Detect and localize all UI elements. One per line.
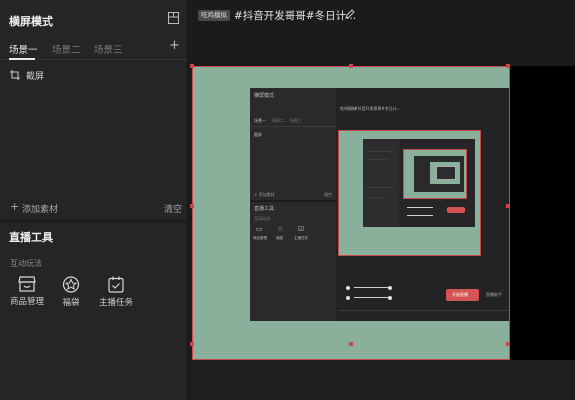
crop-icon xyxy=(10,70,20,80)
tool-task[interactable]: 主播任务 xyxy=(91,276,141,308)
shop-icon xyxy=(18,276,36,292)
nested-tab-2: 场景二 xyxy=(272,118,284,123)
left-panel: 横屏模式 场景一 场景二 场景三 + 截屏 + 添加素材 清空 直播工具 互动玩… xyxy=(0,0,188,400)
resize-handle-l[interactable] xyxy=(190,204,194,208)
live-tools-title: 直播工具 xyxy=(9,231,53,244)
material-row: + 添加素材 清空 xyxy=(10,200,182,215)
preview-canvas[interactable]: 横屏模式 吃鸡模拟 #抖音开发哥哥#冬日计... 场景一 场景二 场景三 截屏 … xyxy=(190,64,575,360)
nested-slider-2 xyxy=(354,297,390,298)
clear-button[interactable]: 清空 xyxy=(164,202,182,215)
add-material-button[interactable]: 添加素材 xyxy=(22,202,58,215)
tool-lucky-bag-label: 福袋 xyxy=(62,298,80,308)
nested-scene-item: 截屏 xyxy=(254,132,262,137)
nested-side-label: 直播助手 xyxy=(486,292,502,297)
layout-icon[interactable] xyxy=(168,12,179,24)
nested-bottom-line xyxy=(338,310,509,311)
scene-item-screenshot[interactable]: 截屏 xyxy=(10,68,44,82)
room-title: #抖音开发哥哥#冬日计... xyxy=(234,10,357,22)
nested-live-tools: 直播工具 xyxy=(254,206,275,212)
resize-handle-tl[interactable] xyxy=(190,64,194,68)
add-scene-button[interactable]: + xyxy=(169,38,180,53)
nested2-start-button xyxy=(447,207,465,213)
resize-handle-t[interactable] xyxy=(349,64,353,68)
tool-shop[interactable]: 商品管理 xyxy=(2,276,52,307)
nested-app-capture: 横屏模式 吃鸡模拟 #抖音开发哥哥#冬日计... 场景一 场景二 场景三 截屏 … xyxy=(250,88,509,321)
resize-handle-b[interactable] xyxy=(349,342,353,346)
resize-handle-r[interactable] xyxy=(506,204,510,208)
tool-shop-label: 商品管理 xyxy=(9,297,44,307)
nested-knob-1 xyxy=(346,286,350,290)
tab-scene-2[interactable]: 场景二 xyxy=(52,42,81,56)
nested-task-icon: ☑ xyxy=(298,225,305,233)
section-divider xyxy=(0,220,188,223)
edit-icon[interactable] xyxy=(345,9,355,19)
nested-subtitle: 互动玩法 xyxy=(254,216,270,221)
nested-tab-1: 场景一 xyxy=(254,118,266,123)
screen-capture-source[interactable]: 横屏模式 吃鸡模拟 #抖音开发哥哥#冬日计... 场景一 场景二 场景三 截屏 … xyxy=(192,66,510,360)
resize-handle-br[interactable] xyxy=(506,342,510,346)
add-material-plus[interactable]: + xyxy=(10,200,19,213)
nested-tool-1: 商品管理 xyxy=(253,236,267,240)
nested-tab-line xyxy=(250,126,336,127)
tool-task-label: 主播任务 xyxy=(98,298,133,308)
nested2-line-2 xyxy=(366,159,388,160)
nested-start-label: 开始直播 xyxy=(452,292,468,297)
nested-capture-4 xyxy=(436,166,456,180)
scene-tabs: 场景一 场景二 场景三 + xyxy=(0,38,188,60)
nested-slider-1 xyxy=(354,287,390,288)
nested-divider xyxy=(250,200,336,202)
nested3-canvas xyxy=(430,162,460,184)
lucky-bag-icon xyxy=(62,276,80,293)
nested-clear: 清空 xyxy=(324,192,332,197)
nested-tool-2: 福袋 xyxy=(276,236,283,240)
canvas-footer xyxy=(192,360,575,400)
nested-capture-3 xyxy=(414,156,464,192)
nested-capture-2 xyxy=(363,139,475,227)
nested-bag-icon: ☆ xyxy=(277,225,284,233)
tab-scene-1[interactable]: 场景一 xyxy=(9,42,38,56)
nested2-line-4 xyxy=(366,197,384,198)
nested2-slider-1 xyxy=(407,207,433,208)
nested-knob-3 xyxy=(346,296,350,300)
task-icon xyxy=(108,276,124,293)
resize-handle-bl[interactable] xyxy=(190,342,194,346)
room-header: 吃鸡模拟 #抖音开发哥哥#冬日计... xyxy=(189,0,575,32)
active-tab-indicator xyxy=(9,58,35,60)
category-badge[interactable]: 吃鸡模拟 xyxy=(198,10,230,21)
nested2-line-3 xyxy=(366,187,394,188)
nested2-line-1 xyxy=(366,151,394,152)
nested2-canvas xyxy=(403,149,467,199)
resize-handle-tr[interactable] xyxy=(506,64,510,68)
nested-shop-icon: ▭ xyxy=(256,225,263,233)
nested-canvas xyxy=(338,130,481,256)
scene-item-label: 截屏 xyxy=(26,71,45,82)
nested-add-material: + 添加素材 xyxy=(254,192,275,197)
nested-mode-title: 横屏模式 xyxy=(254,93,275,99)
mode-title: 横屏模式 xyxy=(9,15,53,28)
nested-tool-3: 主播任务 xyxy=(294,236,308,240)
nested2-slider-2 xyxy=(407,215,433,216)
nested-tab-3: 场景三 xyxy=(290,118,302,123)
tab-scene-3[interactable]: 场景三 xyxy=(94,42,123,56)
nested-room-title: #抖音开发哥哥#冬日计... xyxy=(354,106,401,111)
tool-lucky-bag[interactable]: 福袋 xyxy=(46,276,96,308)
nested2-left xyxy=(363,139,399,227)
nested-knob-4 xyxy=(388,296,392,300)
nested-knob-2 xyxy=(388,286,392,290)
interaction-subtitle: 互动玩法 xyxy=(10,259,42,268)
